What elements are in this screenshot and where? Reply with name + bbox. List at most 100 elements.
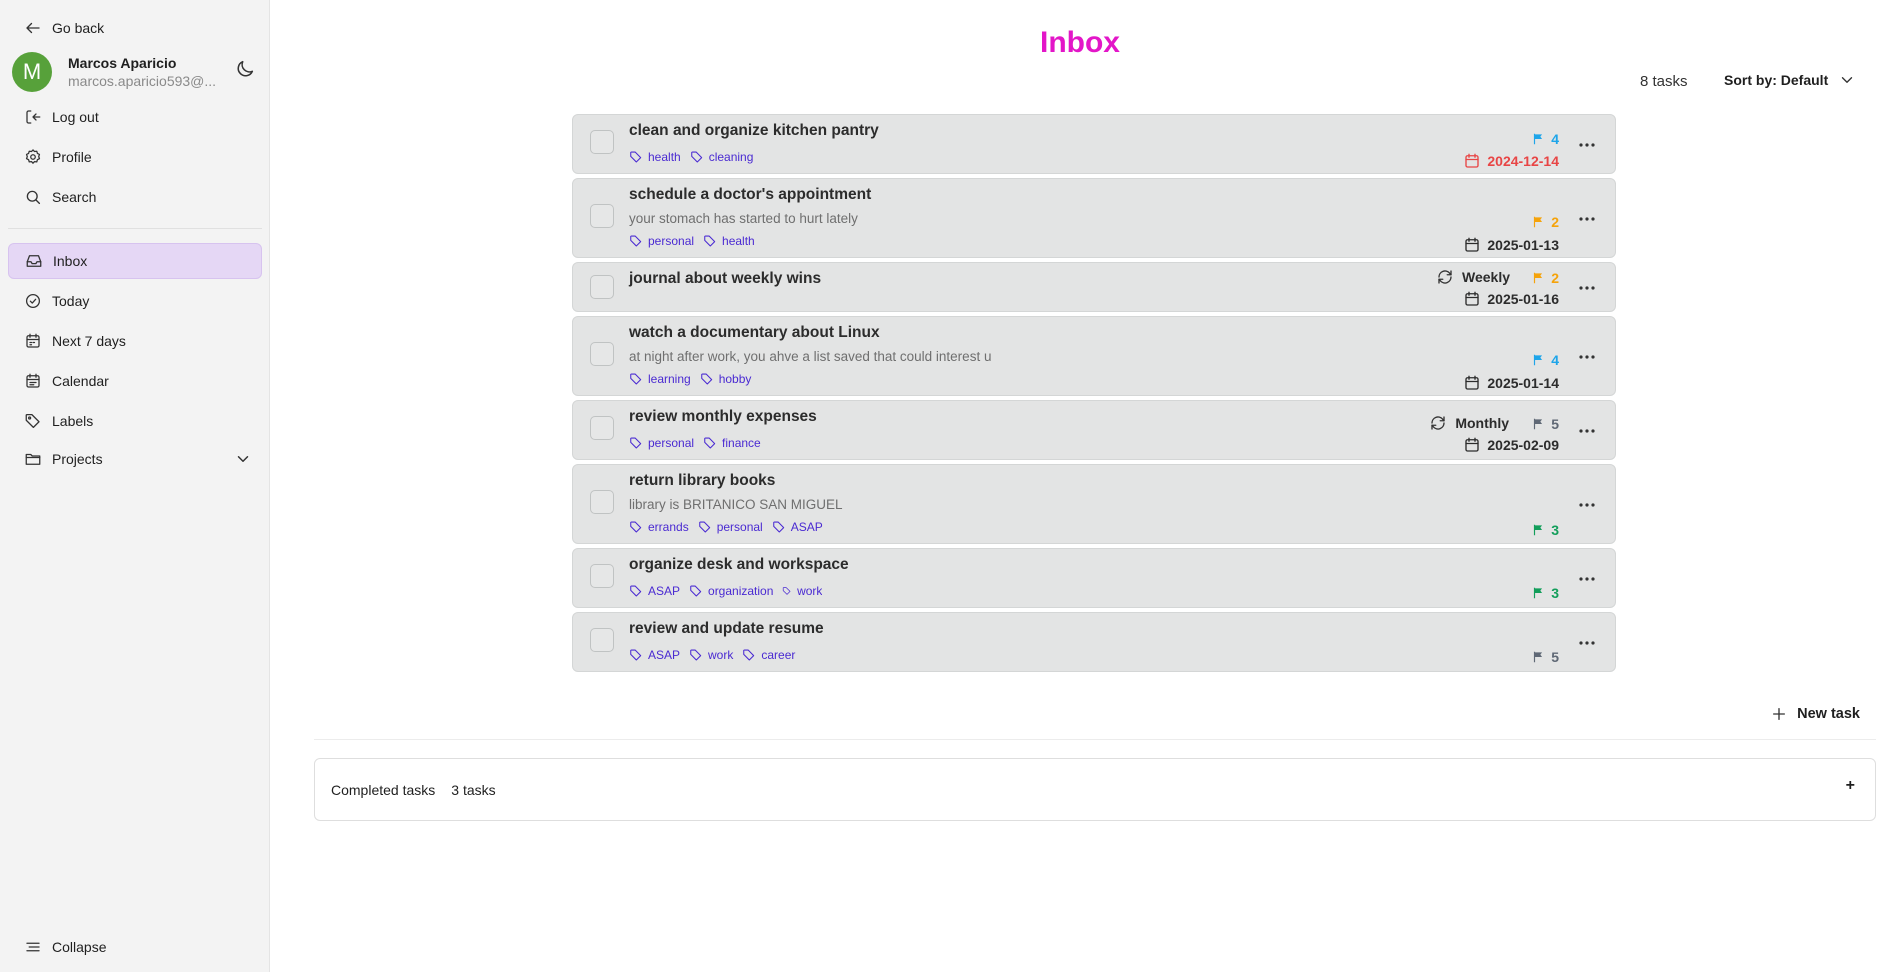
task-label[interactable]: ASAP — [772, 520, 823, 534]
task-label[interactable]: health — [703, 234, 755, 248]
sidebar-item-projects[interactable]: Projects — [8, 441, 262, 477]
task-title[interactable]: return library books — [629, 472, 775, 490]
logout-icon — [26, 110, 41, 124]
flag-icon — [1534, 651, 1543, 663]
task-labels: errands personal ASAP — [629, 520, 832, 534]
task-label[interactable]: work — [689, 648, 733, 662]
tag-icon — [743, 649, 755, 661]
task-label[interactable]: errands — [629, 520, 689, 534]
collapse-label: Collapse — [52, 939, 107, 955]
sort-dropdown[interactable]: Sort by: Default — [1724, 71, 1856, 89]
flag-icon — [1534, 272, 1543, 284]
task-item[interactable]: schedule a doctor's appointment your sto… — [572, 178, 1616, 258]
task-checkbox[interactable] — [590, 342, 614, 366]
task-label[interactable]: ASAP — [629, 584, 680, 598]
task-priority: 5 — [1531, 649, 1559, 665]
more-options-icon[interactable] — [1576, 138, 1598, 152]
tag-icon — [630, 521, 642, 533]
menu-lines-icon — [26, 942, 40, 952]
task-label[interactable]: career — [742, 648, 795, 662]
task-title[interactable]: clean and organize kitchen pantry — [629, 122, 879, 140]
more-options-icon[interactable] — [1576, 572, 1598, 586]
task-checkbox[interactable] — [590, 490, 614, 514]
task-label[interactable]: hobby — [700, 372, 751, 386]
new-task-button[interactable]: New task — [1771, 706, 1860, 722]
search-label: Search — [52, 189, 97, 205]
task-item[interactable]: watch a documentary about Linux at night… — [572, 316, 1616, 396]
check-circle-icon — [25, 293, 41, 309]
task-item[interactable]: organize desk and workspace ASAP organiz… — [572, 548, 1616, 608]
task-checkbox[interactable] — [590, 130, 614, 154]
flag-icon — [1534, 587, 1543, 599]
sidebar-item-next-7-days[interactable]: Next 7 days — [8, 323, 262, 359]
task-label[interactable]: learning — [629, 372, 691, 386]
sidebar-divider — [8, 228, 262, 229]
calendar-icon — [1465, 153, 1480, 168]
more-options-icon[interactable] — [1576, 424, 1598, 438]
task-label[interactable]: cleaning — [690, 150, 753, 164]
completed-tasks-toggle[interactable]: Completed tasks 3 tasks + — [314, 758, 1876, 821]
chevron-down-icon[interactable] — [234, 450, 252, 468]
flag-icon — [1534, 524, 1543, 536]
sidebar-item-label: Projects — [52, 451, 103, 467]
gear-icon — [25, 149, 41, 164]
task-labels: learning hobby — [629, 372, 760, 386]
task-title[interactable]: journal about weekly wins — [629, 270, 821, 288]
task-checkbox[interactable] — [590, 416, 614, 440]
task-checkbox[interactable] — [590, 564, 614, 588]
task-due-date: 2025-01-13 — [1463, 236, 1559, 254]
task-checkbox[interactable] — [590, 628, 614, 652]
sort-label: Sort by: Default — [1724, 72, 1829, 88]
task-title[interactable]: review and update resume — [629, 620, 824, 638]
chevron-down-icon — [1842, 77, 1853, 83]
sidebar-item-inbox[interactable]: Inbox — [8, 243, 262, 279]
moon-icon[interactable] — [234, 58, 256, 80]
tag-icon — [690, 649, 702, 661]
logout-label: Log out — [52, 109, 99, 125]
sidebar-item-calendar[interactable]: Calendar — [8, 363, 262, 399]
completed-count: 3 tasks — [451, 781, 496, 798]
task-item[interactable]: review monthly expenses personal finance… — [572, 400, 1616, 460]
task-title[interactable]: schedule a doctor's appointment — [629, 186, 871, 204]
task-item[interactable]: clean and organize kitchen pantry health… — [572, 114, 1616, 174]
task-label[interactable]: ASAP — [629, 648, 680, 662]
search-button[interactable]: Search — [8, 179, 262, 215]
repeat-icon — [1438, 270, 1452, 284]
task-label[interactable]: health — [629, 150, 681, 164]
task-label[interactable]: personal — [629, 234, 694, 248]
sidebar-item-today[interactable]: Today — [8, 283, 262, 319]
task-checkbox[interactable] — [590, 204, 614, 228]
tag-icon — [630, 373, 642, 385]
task-label[interactable]: organization — [689, 584, 773, 598]
sidebar-item-label: Calendar — [52, 373, 109, 389]
task-label[interactable]: personal — [698, 520, 763, 534]
task-label[interactable]: finance — [703, 436, 761, 450]
go-back-button[interactable]: Go back — [8, 10, 262, 46]
tag-icon — [698, 521, 710, 533]
logout-button[interactable]: Log out — [8, 99, 262, 135]
task-item[interactable]: review and update resume ASAP work caree… — [572, 612, 1616, 672]
more-options-icon[interactable] — [1576, 281, 1598, 295]
new-task-bar: New task — [314, 692, 1876, 740]
completed-label: Completed tasks — [331, 781, 436, 798]
task-label[interactable]: work — [782, 584, 822, 598]
more-options-icon[interactable] — [1576, 636, 1598, 650]
profile-button[interactable]: Profile — [8, 139, 262, 175]
sidebar-item-label: Inbox — [53, 253, 88, 269]
task-title[interactable]: watch a documentary about Linux — [629, 324, 880, 342]
task-title[interactable]: review monthly expenses — [629, 408, 817, 426]
task-priority: 3 — [1531, 585, 1559, 601]
collapse-button[interactable]: Collapse — [8, 929, 262, 965]
task-title[interactable]: organize desk and workspace — [629, 556, 849, 574]
more-options-icon[interactable] — [1576, 350, 1598, 364]
flag-icon — [1534, 354, 1543, 366]
task-label[interactable]: personal — [629, 436, 694, 450]
task-item[interactable]: journal about weekly wins Weekly 2 2025-… — [572, 262, 1616, 312]
sidebar-item-labels[interactable]: Labels — [8, 403, 262, 439]
expand-icon[interactable]: + — [1846, 777, 1855, 795]
task-checkbox[interactable] — [590, 275, 614, 299]
task-list: clean and organize kitchen pantry health… — [572, 114, 1616, 676]
task-item[interactable]: return library books library is BRITANIC… — [572, 464, 1616, 544]
more-options-icon[interactable] — [1576, 212, 1598, 226]
more-options-icon[interactable] — [1576, 498, 1598, 512]
